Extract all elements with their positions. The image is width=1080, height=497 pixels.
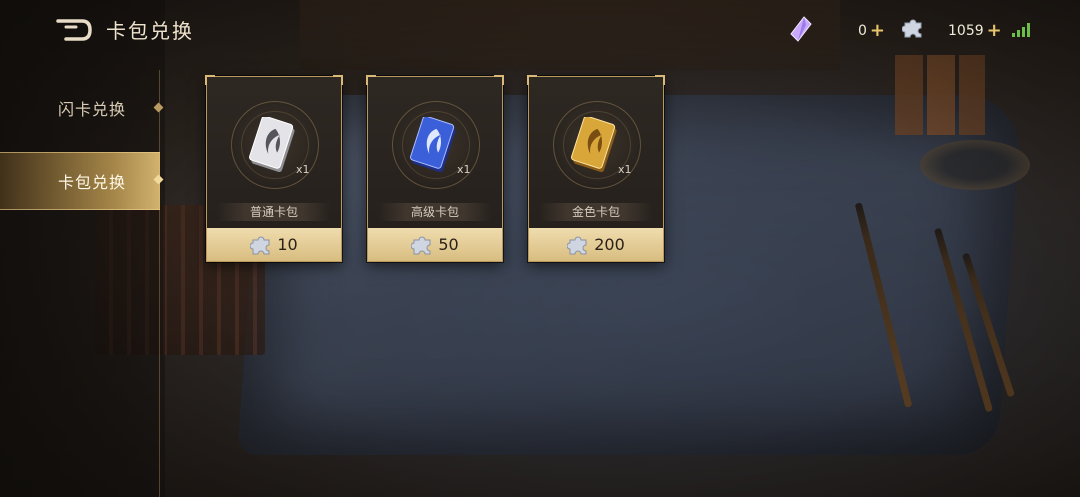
pack-card-normal[interactable]: x1 普通卡包 10	[205, 75, 343, 262]
sidebar-item-card-pack-exchange[interactable]: 卡包兑换	[0, 152, 160, 210]
signal-icon	[1012, 23, 1030, 37]
pack-price: 200	[594, 235, 625, 254]
pack-name: 普通卡包	[217, 203, 331, 221]
puzzle-balance: 1059 +	[948, 20, 1002, 41]
card-pack-icon	[249, 117, 295, 173]
puzzle-count: 1059	[948, 22, 984, 39]
pack-price: 10	[277, 235, 298, 254]
add-crystal-button[interactable]: +	[870, 20, 885, 41]
pack-name: 高级卡包	[378, 203, 492, 221]
crystal-count: 0	[858, 22, 867, 39]
card-corner	[205, 75, 215, 85]
background-wood-blocks	[895, 55, 985, 135]
page-title: 卡包兑换	[106, 19, 194, 43]
pack-card-gold[interactable]: x1 金色卡包 200	[527, 75, 665, 262]
sidebar-item-flash-card-exchange[interactable]: 闪卡兑换	[0, 80, 160, 136]
back-button[interactable]	[52, 17, 94, 43]
background-inkstone	[920, 140, 1030, 190]
card-corner	[333, 75, 343, 85]
card-corner	[494, 75, 504, 85]
puzzle-piece-icon	[411, 236, 431, 254]
sidebar-item-label: 闪卡兑换	[58, 100, 127, 119]
puzzle-piece-icon	[567, 236, 587, 254]
card-pack-icon	[571, 117, 617, 173]
pack-price-button[interactable]: 200	[529, 228, 663, 261]
sidebar-item-label: 卡包兑换	[58, 173, 127, 192]
puzzle-piece-icon	[250, 236, 270, 254]
sidebar-background	[0, 0, 165, 497]
pack-price: 50	[438, 235, 459, 254]
card-corner	[366, 75, 376, 85]
pack-name: 金色卡包	[539, 203, 653, 221]
top-bar: 卡包兑换 0 + 1059 +	[0, 0, 1080, 60]
puzzle-piece-icon	[902, 19, 922, 38]
crystal-balance: 0 +	[858, 20, 885, 41]
crystal-icon	[790, 16, 812, 42]
back-arrow-icon	[56, 19, 92, 41]
add-puzzle-button[interactable]: +	[987, 20, 1002, 41]
pack-card-advanced[interactable]: x1 高级卡包 50	[366, 75, 504, 262]
pack-quantity: x1	[618, 163, 632, 176]
pack-price-button[interactable]: 10	[207, 228, 341, 261]
card-corner	[655, 75, 665, 85]
card-corner	[527, 75, 537, 85]
pack-quantity: x1	[296, 163, 310, 176]
card-pack-icon	[410, 117, 456, 173]
pack-price-button[interactable]: 50	[368, 228, 502, 261]
pack-quantity: x1	[457, 163, 471, 176]
